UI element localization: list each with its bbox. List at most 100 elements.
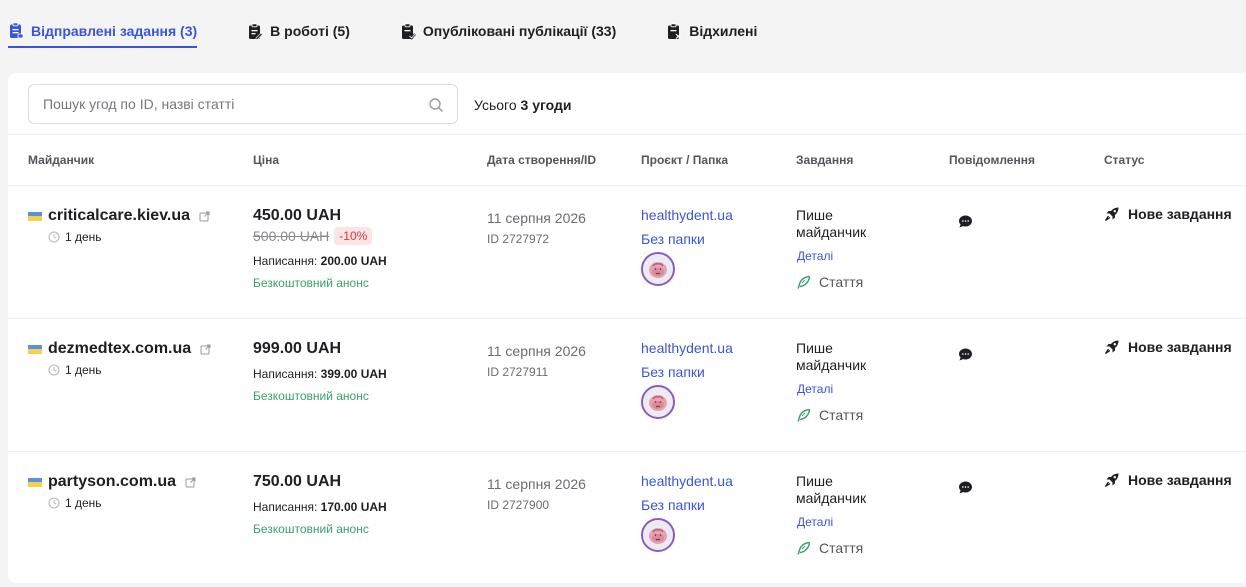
table-row: dezmedtex.com.ua 1 день 999.00 UAH Напис… <box>8 319 1246 452</box>
status-text: Нове завдання <box>1128 472 1232 488</box>
clock-icon <box>48 231 60 243</box>
tab-label: Опубліковані публікації (33) <box>422 23 617 39</box>
details-link[interactable]: Деталі <box>797 249 833 263</box>
price: 450.00 UAH <box>253 207 342 224</box>
clipboard-edit-icon <box>247 22 264 40</box>
tab-rejected[interactable]: Відхилені <box>666 20 757 48</box>
site-name[interactable]: criticalcare.kiev.ua <box>48 207 190 225</box>
status-badge: Нове завдання <box>1104 206 1232 222</box>
external-link-icon[interactable] <box>185 477 196 488</box>
clipboard-check-icon <box>400 22 416 40</box>
search-box <box>28 84 458 124</box>
folder-link[interactable]: Без папки <box>641 364 705 380</box>
deal-id: ID 2727900 <box>487 498 550 512</box>
rocket-icon <box>1104 340 1119 355</box>
project-link[interactable]: healthydent.ua <box>641 340 733 356</box>
deal-id: ID 2727972 <box>487 232 550 246</box>
tab-in-progress[interactable]: В роботі (5) <box>247 20 350 48</box>
external-link-icon[interactable] <box>200 344 211 355</box>
status-text: Нове завдання <box>1128 206 1232 222</box>
site-cell: dezmedtex.com.ua <box>28 340 211 358</box>
article-label: Стаття <box>819 540 864 556</box>
tab-label: Відправлені задання (3) <box>31 22 198 39</box>
tab-bar: Відправлені задання (3) В роботі (5) Опу… <box>8 20 757 50</box>
old-price-wrap: 500.00 UAH -10% <box>253 227 373 245</box>
writing-cost: Написання: 399.00 UAH <box>253 367 387 381</box>
created-date: 11 серпня 2026 <box>487 343 586 359</box>
rocket-icon <box>1104 207 1119 222</box>
ukraine-flag-icon <box>28 211 42 221</box>
table-row: criticalcare.kiev.ua 1 день 450.00 UAH 5… <box>8 186 1246 319</box>
writing-label: Написання: <box>253 254 318 268</box>
feather-icon <box>797 541 811 555</box>
feather-icon <box>797 408 811 422</box>
search-input[interactable] <box>29 85 419 123</box>
total-value: 3 угоди <box>520 97 572 113</box>
table-row: partyson.com.ua 1 день 750.00 UAH Написа… <box>8 452 1246 585</box>
writing-cost: Написання: 170.00 UAH <box>253 500 387 514</box>
toolbar: Усього 3 угоди <box>8 73 1246 135</box>
search-icon[interactable] <box>428 97 444 113</box>
clipboard-list-icon <box>8 22 24 39</box>
article-label: Стаття <box>819 274 864 290</box>
column-project: Проєкт / Папка <box>641 153 729 167</box>
site-name[interactable]: dezmedtex.com.ua <box>48 340 191 358</box>
total-prefix: Усього <box>474 97 517 113</box>
project-link[interactable]: healthydent.ua <box>641 473 733 489</box>
table-header: Майданчик Ціна Дата створення/ID Проєкт … <box>8 135 1246 186</box>
tab-label: В роботі (5) <box>270 23 350 39</box>
duration: 1 день <box>48 363 102 377</box>
task-text: Пише майданчик <box>796 340 867 373</box>
column-messages: Повідомлення <box>949 153 1035 167</box>
site-cell: partyson.com.ua <box>28 473 196 491</box>
project-link[interactable]: healthydent.ua <box>641 207 733 223</box>
old-price: 500.00 UAH <box>253 228 330 244</box>
created-date: 11 серпня 2026 <box>487 476 586 492</box>
article-type: Стаття <box>796 540 863 556</box>
article-label: Стаття <box>819 407 864 423</box>
price: 750.00 UAH <box>253 473 342 490</box>
duration-text: 1 день <box>65 363 102 377</box>
tab-sent-tasks[interactable]: Відправлені задання (3) <box>8 20 198 48</box>
article-type: Стаття <box>796 274 863 290</box>
chat-bubble-icon[interactable] <box>958 347 973 362</box>
free-announcement: Безкоштовний анонс <box>253 522 369 536</box>
writing-label: Написання: <box>253 500 318 514</box>
discount-badge: -10% <box>334 227 373 245</box>
ukraine-flag-icon <box>28 477 42 487</box>
column-task: Завдання <box>796 153 854 167</box>
deal-id: ID 2727911 <box>487 365 549 379</box>
created-date: 11 серпня 2026 <box>487 210 586 226</box>
folder-link[interactable]: Без папки <box>641 497 705 513</box>
avatar[interactable] <box>641 252 675 286</box>
task-text: Пише майданчик <box>796 207 867 240</box>
site-cell: criticalcare.kiev.ua <box>28 207 210 225</box>
site-name[interactable]: partyson.com.ua <box>48 473 176 491</box>
free-announcement: Безкоштовний анонс <box>253 276 369 290</box>
chat-bubble-icon[interactable] <box>958 214 973 229</box>
chat-bubble-icon[interactable] <box>958 480 973 495</box>
writing-cost: Написання: 200.00 UAH <box>253 254 387 268</box>
clipboard-x-icon <box>666 22 682 40</box>
duration-text: 1 день <box>65 230 102 244</box>
external-link-icon[interactable] <box>199 211 210 222</box>
avatar[interactable] <box>641 518 675 552</box>
writing-label: Написання: <box>253 367 318 381</box>
folder-link[interactable]: Без папки <box>641 231 705 247</box>
total-count: Усього 3 угоди <box>474 97 571 113</box>
tab-label: Відхилені <box>689 23 758 39</box>
writing-value: 170.00 UAH <box>320 500 387 514</box>
task-text: Пише майданчик <box>796 473 867 506</box>
avatar[interactable] <box>641 385 675 419</box>
status-badge: Нове завдання <box>1104 339 1232 355</box>
clock-icon <box>48 364 60 376</box>
duration-text: 1 день <box>65 496 102 510</box>
rocket-icon <box>1104 473 1119 488</box>
free-announcement: Безкоштовний анонс <box>253 389 369 403</box>
ukraine-flag-icon <box>28 344 42 354</box>
tab-published[interactable]: Опубліковані публікації (33) <box>400 20 616 48</box>
details-link[interactable]: Деталі <box>797 382 833 396</box>
column-status: Статус <box>1104 153 1145 167</box>
column-site: Майданчик <box>28 153 95 167</box>
details-link[interactable]: Деталі <box>797 515 833 529</box>
